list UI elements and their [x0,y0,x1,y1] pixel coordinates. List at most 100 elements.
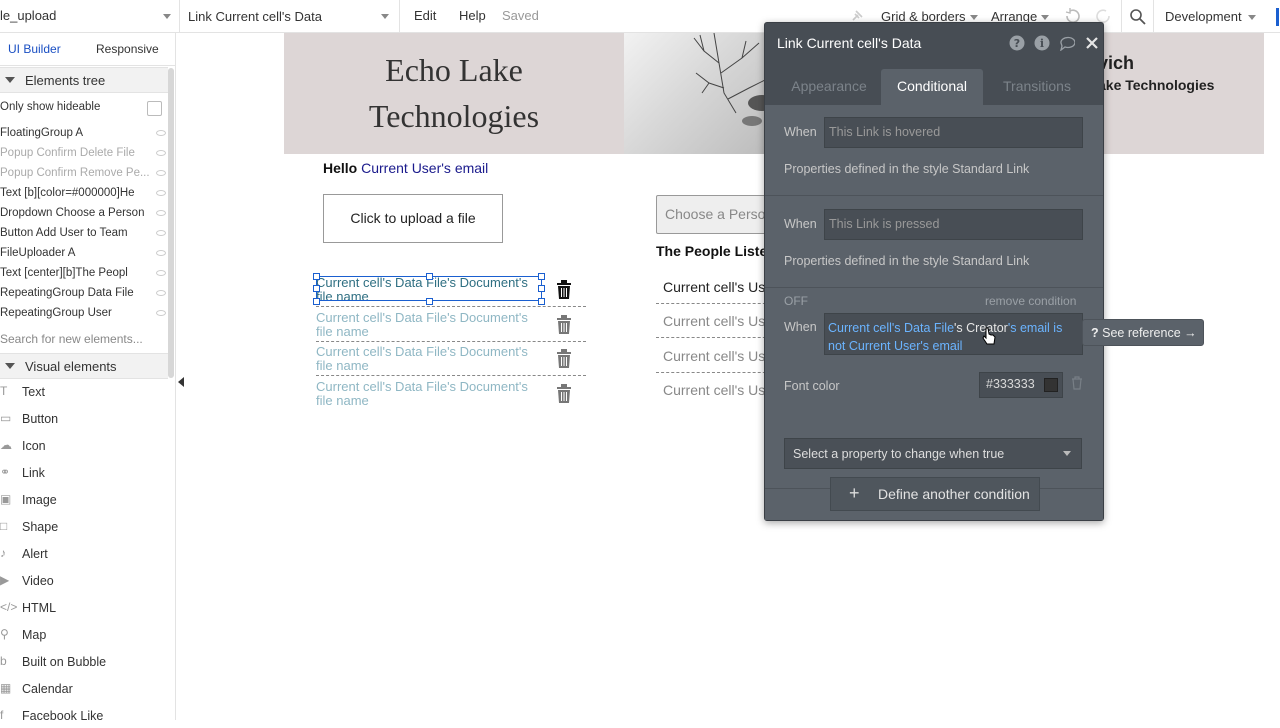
eye-icon[interactable] [156,190,166,196]
eye-icon[interactable] [156,150,166,156]
only-show-hideable-checkbox[interactable] [147,101,162,116]
condition-3-off-toggle[interactable]: OFF [784,294,808,308]
tab-conditional[interactable]: Conditional [881,69,983,105]
user-row[interactable]: Current cell's Us [656,270,776,304]
file-name-link[interactable]: Current cell's Data File's Document's fi… [316,345,546,373]
trash-icon[interactable] [556,349,572,369]
dropdown-choose-person[interactable]: Choose a Person [656,195,776,234]
tree-item[interactable]: Popup Confirm Remove Pe... [0,164,168,184]
trash-icon[interactable] [556,280,572,300]
visual-element-map[interactable]: ⚲ Map [0,623,168,647]
visual-element-icon[interactable]: ☁ Icon [0,434,168,458]
elements-tree-header[interactable]: Elements tree [0,67,168,93]
user-row[interactable]: Current cell's Us [656,339,776,373]
tree-item[interactable]: RepeatingGroup User [0,304,168,324]
tree-item[interactable]: Button Add User to Team [0,224,168,244]
file-uploader[interactable]: Click to upload a file [323,194,503,243]
tab-ui-builder[interactable]: UI Builder [8,42,61,56]
design-canvas[interactable]: Echo Lake Technologies vich ake Technolo… [188,33,1280,720]
trash-icon[interactable] [556,384,572,404]
resize-handle[interactable] [313,285,320,292]
page-selector[interactable]: le_upload [0,0,180,33]
tab-responsive[interactable]: Responsive [96,42,159,56]
color-swatch[interactable] [1044,378,1058,392]
visual-element-alert[interactable]: ♪ Alert [0,542,168,566]
eye-icon[interactable] [156,210,166,216]
hello-text[interactable]: Hello Current User's email [323,160,488,176]
resize-handle[interactable] [313,273,320,280]
property-editor[interactable]: Link Current cell's Data ? i Appearance … [764,22,1104,521]
file-row[interactable]: Current cell's Data File's Document's fi… [316,345,586,379]
visual-element-built-on-bubble[interactable]: b Built on Bubble [0,650,168,674]
menu-edit[interactable]: Edit [414,8,436,23]
visual-element-video[interactable]: ▶ Video [0,569,168,593]
visual-element-button[interactable]: ▭ Button [0,407,168,431]
file-row[interactable]: Current cell's Data File's Document's fi… [316,311,586,345]
tree-item[interactable]: Text [b][color=#000000]He [0,184,168,204]
brand-title[interactable]: Echo Lake Technologies [284,47,624,139]
header-image[interactable] [624,33,774,154]
tab-appearance[interactable]: Appearance [781,69,877,105]
collapse-sidebar-icon[interactable] [178,377,184,387]
resize-handle[interactable] [538,285,545,292]
trash-icon[interactable] [556,315,572,335]
visual-element-image[interactable]: ▣ Image [0,488,168,512]
eye-icon[interactable] [156,290,166,296]
visual-element-shape[interactable]: □ Shape [0,515,168,539]
header-company[interactable]: ake Technologies [1098,77,1214,93]
see-reference-tooltip[interactable]: ? See reference → [1082,319,1204,346]
tree-item[interactable]: Popup Confirm Delete File [0,144,168,164]
tree-item[interactable]: Text [center][b]The Peopl [0,264,168,284]
resize-handle[interactable] [538,298,545,305]
sidebar-scrollbar[interactable] [168,68,174,378]
condition-3-expression[interactable]: Current cell's Data File's Creator's ema… [824,313,1083,355]
eye-icon[interactable] [156,270,166,276]
resize-handle[interactable] [538,273,545,280]
visual-element-calendar[interactable]: ▦ Calendar [0,677,168,701]
element-selector[interactable]: Link Current cell's Data [180,0,400,33]
comment-icon[interactable] [1059,35,1075,51]
pin-icon[interactable] [850,9,864,23]
search-icon[interactable] [1129,8,1147,26]
eye-icon[interactable] [156,250,166,256]
tree-item[interactable]: RepeatingGroup Data File [0,284,168,304]
visual-elements-header[interactable]: Visual elements [0,353,168,379]
tree-item[interactable]: FloatingGroup A [0,124,168,144]
visual-element-html[interactable]: </> HTML [0,596,168,620]
file-row[interactable]: Current cell's Data File's Document's fi… [316,380,586,414]
resize-handle[interactable] [426,273,433,280]
eye-icon[interactable] [156,230,166,236]
info-icon[interactable]: i [1034,35,1050,51]
eye-icon[interactable] [156,170,166,176]
user-row[interactable]: Current cell's Us [656,304,776,338]
visual-element-facebook-like[interactable]: f Facebook Like [0,704,168,728]
help-icon[interactable]: ? [1009,35,1025,51]
eye-icon[interactable] [156,310,166,316]
visual-element-text[interactable]: T Text [0,380,168,404]
tree-item[interactable]: Dropdown Choose a Person [0,204,168,224]
font-color-input[interactable]: #333333 [979,372,1063,398]
people-listed-title[interactable]: The People Listed [656,243,776,259]
condition-1-expression[interactable]: This Link is hovered [824,117,1083,148]
environment-selector[interactable]: Development [1165,9,1242,24]
file-name-link[interactable]: Current cell's Data File's Document's fi… [316,380,546,408]
expr-token-creator[interactable]: 's Creator [954,321,1008,335]
menu-help[interactable]: Help [459,8,486,23]
trash-icon[interactable] [1071,376,1083,390]
condition-2-expression[interactable]: This Link is pressed [824,209,1083,240]
expr-token-email-is[interactable]: 's email is [1008,321,1062,335]
visual-element-link[interactable]: ⚭ Link [0,461,168,485]
define-another-condition-button[interactable]: + Define another condition [830,477,1040,511]
tab-transitions[interactable]: Transitions [989,69,1085,105]
file-name-link[interactable]: Current cell's Data File's Document's fi… [316,311,546,339]
eye-icon[interactable] [156,130,166,136]
expr-token-current-user-email[interactable]: not Current User's email [828,339,962,353]
close-icon[interactable] [1085,35,1101,51]
resize-handle[interactable] [313,298,320,305]
search-elements-input[interactable]: Search for new elements... [0,332,143,346]
select-property-dropdown[interactable]: Select a property to change when true [784,438,1082,469]
resize-handle[interactable] [426,298,433,305]
remove-condition-link[interactable]: remove condition [985,294,1076,308]
tree-item[interactable]: FileUploader A [0,244,168,264]
user-row[interactable]: Current cell's Us [656,373,776,407]
